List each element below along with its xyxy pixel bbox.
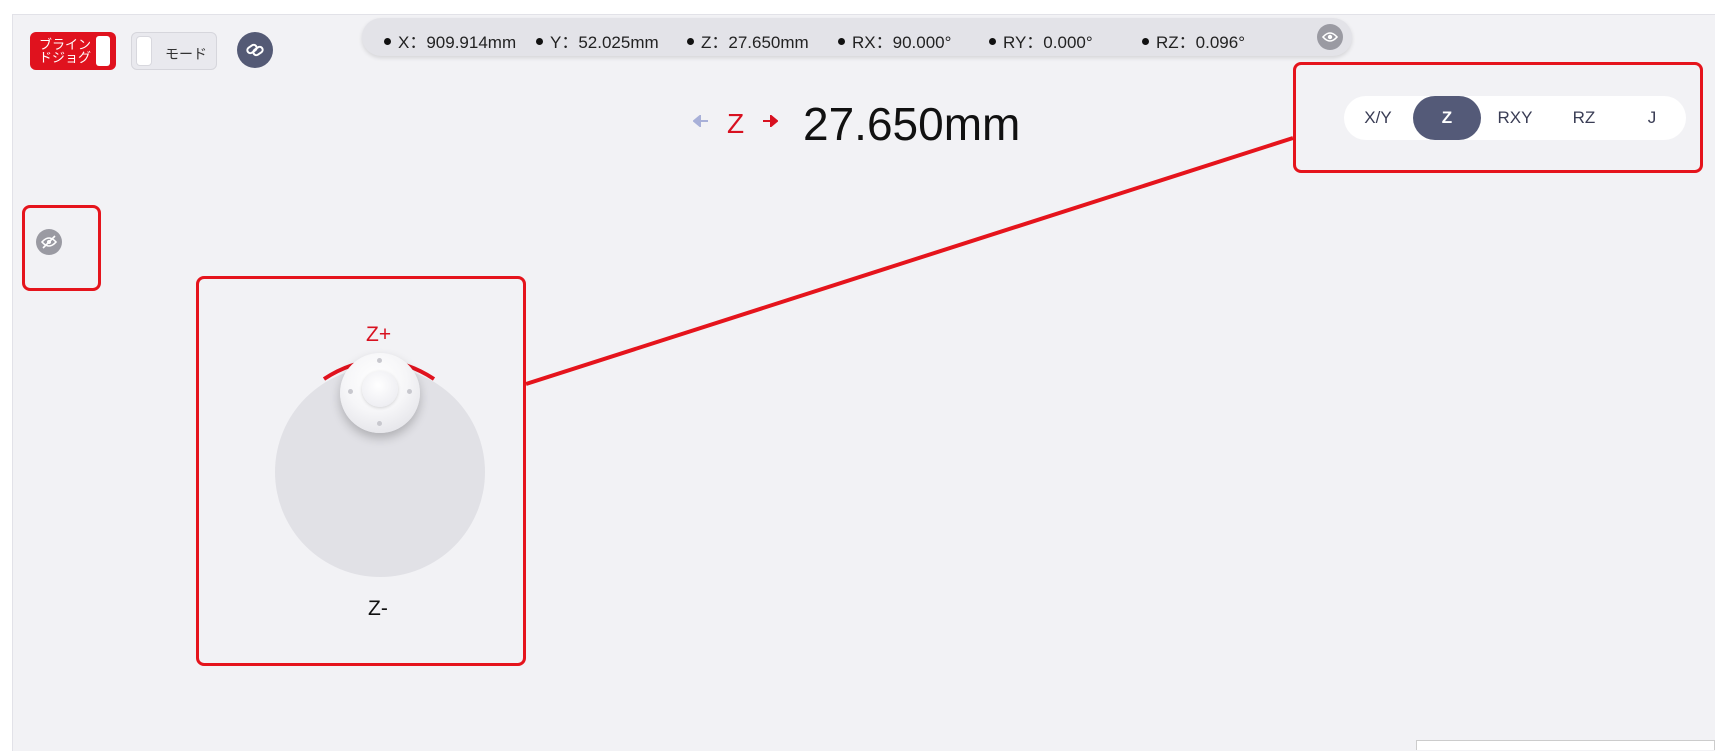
link-button[interactable] [237, 32, 273, 68]
current-axis-name: Z [727, 108, 745, 139]
coord-y: Y：52.025mm [536, 28, 659, 53]
coord-ry: RY：0.000° [989, 28, 1093, 53]
arrow-right-icon [763, 113, 779, 129]
blind-jog-toggle[interactable]: ブラインドジョグ [30, 32, 116, 70]
eye-icon [1322, 32, 1338, 42]
toggle-visibility-button[interactable] [1317, 24, 1343, 50]
popup-window-edge [1416, 740, 1715, 750]
coord-z: Z：27.650mm [687, 28, 809, 53]
link-icon [246, 43, 264, 57]
next-axis-button[interactable] [762, 113, 779, 132]
mode-label: モード [165, 46, 207, 62]
blind-jog-label: ブラインドジョグ [38, 37, 91, 65]
highlight-box-joystick [196, 276, 526, 666]
arrow-left-icon [692, 113, 708, 129]
previous-axis-button[interactable] [692, 113, 709, 132]
toggle-knob [137, 37, 151, 65]
bullet-icon [989, 38, 996, 45]
coordinate-bar: X：909.914mm Y：52.025mm Z：27.650mm RX：90.… [362, 18, 1352, 56]
bullet-icon [687, 38, 694, 45]
highlight-box-axis-tabs [1293, 62, 1703, 173]
mode-toggle[interactable]: モード [131, 32, 217, 70]
coord-rx: RX：90.000° [838, 28, 951, 53]
bullet-icon [536, 38, 543, 45]
coord-rz: RZ：0.096° [1142, 28, 1245, 53]
bullet-icon [1142, 38, 1149, 45]
coord-x: X：909.914mm [384, 28, 516, 53]
bullet-icon [838, 38, 845, 45]
toggle-knob [96, 36, 110, 66]
highlight-box-hide-button [22, 205, 101, 291]
bullet-icon [384, 38, 391, 45]
current-axis-value: 27.650mm [803, 98, 1021, 150]
